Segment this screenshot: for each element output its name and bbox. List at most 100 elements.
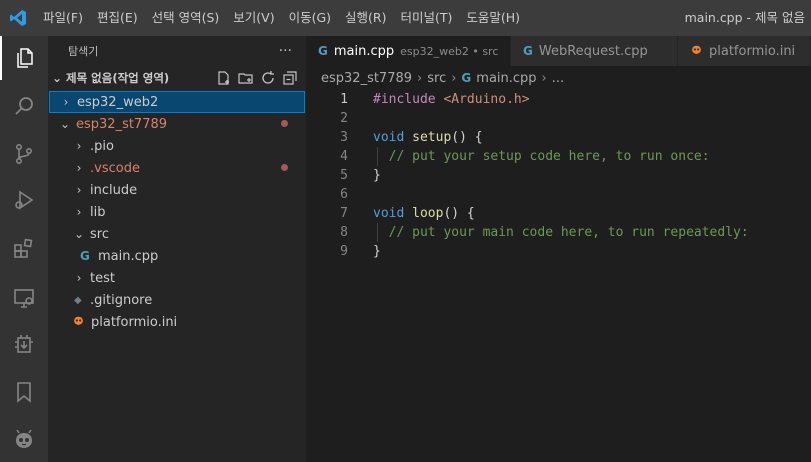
tab-label: main.cpp — [333, 43, 395, 59]
function-name: loop — [404, 206, 444, 221]
tree-file-main-cpp[interactable]: G main.cpp — [48, 245, 306, 267]
editor-tabs: G main.cpp esp32_web2 • src G WebRequest… — [306, 36, 811, 66]
chevron-down-icon: ⌄ — [73, 227, 85, 241]
comment: // put your main code here, to run repea… — [388, 225, 749, 240]
tab-webrequest-cpp[interactable]: G WebRequest.cpp — [511, 36, 678, 66]
menu-selection[interactable]: 선택 영역(S) — [145, 0, 227, 36]
platformio-file-icon — [690, 43, 703, 60]
run-debug-icon[interactable] — [0, 178, 48, 222]
collapse-all-icon[interactable] — [282, 70, 298, 86]
tree-item-label: .pio — [90, 138, 114, 154]
refresh-icon[interactable] — [260, 70, 276, 86]
platformio-file-icon — [72, 314, 88, 331]
chevron-right-icon: › — [76, 205, 82, 219]
tree-file-platformio-ini[interactable]: platformio.ini — [48, 311, 306, 333]
line-number: 3 — [340, 130, 348, 145]
workspace-actions — [216, 70, 298, 86]
tab-label: WebRequest.cpp — [538, 43, 648, 59]
line-number: 7 — [340, 206, 348, 221]
cpp-file-icon: G — [318, 44, 328, 58]
chevron-right-icon: › — [541, 70, 547, 86]
modified-dot — [281, 120, 288, 127]
workspace-header[interactable]: ⌄ 제목 없음(작업 영역) — [48, 67, 306, 89]
vscode-logo-icon — [0, 0, 36, 36]
cpp-file-icon: G — [461, 71, 472, 85]
tree-folder-include[interactable]: › include — [48, 179, 306, 201]
platformio-alien-icon[interactable] — [0, 418, 48, 462]
punctuation: } — [373, 168, 381, 183]
tree-folder-esp32-st7789[interactable]: ⌄ esp32_st7789 — [48, 113, 306, 135]
line-number: 2 — [340, 111, 348, 126]
code-line-5[interactable]: } — [373, 166, 381, 185]
menu-go[interactable]: 이동(G) — [282, 0, 338, 36]
tab-platformio-ini[interactable]: platformio.ini — [678, 36, 811, 66]
new-folder-icon[interactable] — [238, 70, 254, 86]
menu-terminal[interactable]: 터미널(T) — [394, 0, 460, 36]
bookmark-icon[interactable] — [0, 370, 48, 414]
menu-run[interactable]: 실행(R) — [338, 0, 393, 36]
menu-view[interactable]: 보기(V) — [226, 0, 281, 36]
tree-folder-src[interactable]: ⌄ src — [48, 223, 306, 245]
activity-bar — [0, 36, 48, 462]
code-line-4[interactable]: // put your setup code here, to run once… — [373, 147, 710, 166]
punctuation: () { — [443, 206, 475, 221]
tree-item-label: lib — [90, 204, 106, 220]
punctuation: } — [373, 244, 381, 259]
keyword: void — [373, 206, 405, 221]
line-number: 8 — [340, 225, 348, 240]
breadcrumb-item[interactable]: esp32_st7789 — [321, 71, 412, 86]
tree-folder-pio[interactable]: › .pio — [48, 135, 306, 157]
tree-item-label: .vscode — [90, 160, 140, 176]
chevron-right-icon: › — [417, 70, 423, 86]
extensions-icon[interactable] — [0, 226, 48, 270]
source-control-icon[interactable] — [0, 132, 48, 176]
tab-description: esp32_web2 • src — [400, 44, 499, 58]
tree-file-gitignore[interactable]: ◆ .gitignore — [48, 289, 306, 311]
title-bar: 파일(F) 편집(E) 선택 영역(S) 보기(V) 이동(G) 실행(R) 터… — [0, 0, 811, 36]
tree-item-label: src — [90, 226, 109, 242]
breadcrumb-item[interactable]: src — [427, 71, 446, 86]
explorer-title: 탐색기 — [68, 45, 99, 58]
comment: // put your setup code here, to run once… — [388, 149, 710, 164]
explorer-icon[interactable] — [0, 36, 48, 80]
code-line-7[interactable]: void loop() { — [373, 204, 475, 223]
menu-file[interactable]: 파일(F) — [36, 0, 90, 36]
code-line-8[interactable]: // put your main code here, to run repea… — [373, 223, 749, 242]
chevron-right-icon: › — [76, 161, 82, 175]
tree-item-label: .gitignore — [90, 292, 153, 308]
new-file-icon[interactable] — [216, 70, 232, 86]
chevron-down-icon: ⌄ — [51, 71, 63, 85]
chevron-right-icon: › — [76, 183, 82, 197]
remote-explorer-icon[interactable] — [0, 276, 48, 320]
tab-label: platformio.ini — [709, 43, 796, 59]
tree-item-label: esp32_st7789 — [76, 116, 168, 132]
menu-edit[interactable]: 편집(E) — [90, 0, 145, 36]
more-actions-button[interactable]: ··· — [279, 43, 292, 59]
punctuation: () { — [451, 130, 483, 145]
line-number: 5 — [340, 168, 348, 183]
tree-folder-test[interactable]: › test — [48, 267, 306, 289]
chevron-right-icon: › — [63, 95, 69, 109]
code-line-9[interactable]: } — [373, 242, 381, 261]
code-line-3[interactable]: void setup() { — [373, 128, 483, 147]
keyword: void — [373, 130, 405, 145]
platformio-device-icon[interactable] — [0, 322, 48, 366]
tree-folder-esp32-web2[interactable]: › esp32_web2 — [49, 91, 305, 113]
preprocessor-directive: #include — [373, 92, 444, 107]
chevron-right-icon: › — [76, 271, 82, 285]
search-icon[interactable] — [0, 84, 48, 128]
include-path: <Arduino.h> — [443, 92, 530, 107]
code-line-1[interactable]: #include <Arduino.h> — [373, 90, 530, 109]
tab-main-cpp[interactable]: G main.cpp esp32_web2 • src — [306, 36, 511, 66]
function-name: setup — [404, 130, 452, 145]
breadcrumb-item[interactable]: main.cpp — [476, 71, 536, 86]
breadcrumb-item[interactable]: ... — [552, 71, 564, 86]
modified-dot — [281, 164, 288, 171]
tree-item-label: test — [90, 270, 115, 286]
tree-item-label: esp32_web2 — [77, 94, 159, 110]
menu-help[interactable]: 도움말(H) — [459, 0, 527, 36]
explorer-header: 탐색기 ··· — [48, 36, 306, 66]
tree-folder-vscode[interactable]: › .vscode — [48, 157, 306, 179]
line-number: 9 — [340, 244, 348, 259]
tree-folder-lib[interactable]: › lib — [48, 201, 306, 223]
